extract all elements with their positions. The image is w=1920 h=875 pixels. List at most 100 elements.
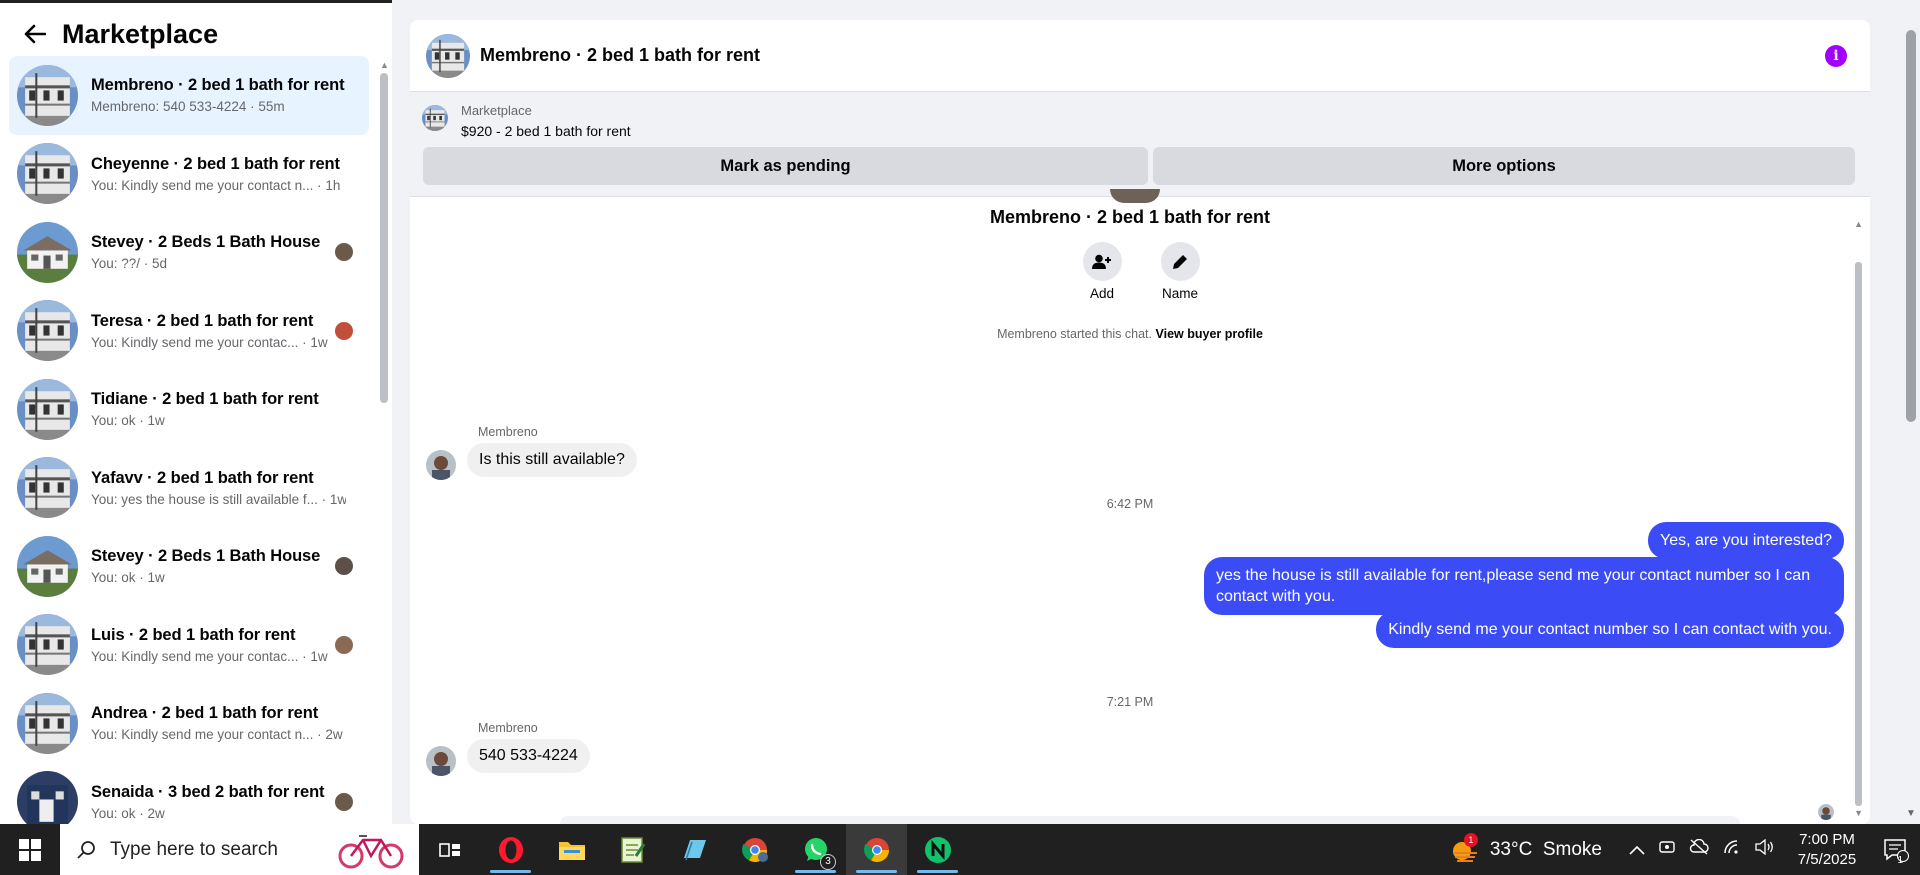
listing-thumbnail[interactable] xyxy=(422,105,448,131)
conversation-item[interactable]: Cheyenne · 2 bed 1 bath for rent You: Ki… xyxy=(9,135,369,214)
scroll-up-arrow-icon[interactable]: ▲ xyxy=(1854,219,1863,229)
conversation-item[interactable]: Stevey · 2 Beds 1 Bath House You: ??/ · … xyxy=(9,213,369,292)
weather-alert-badge: 1 xyxy=(1463,832,1478,847)
sender-avatar[interactable] xyxy=(426,746,456,776)
seen-avatar xyxy=(335,557,353,576)
conversation-item[interactable]: Andrea · 2 bed 1 bath for rent You: Kind… xyxy=(9,684,369,763)
chat-scrollbar[interactable] xyxy=(1855,262,1862,806)
conversation-title: Stevey · 2 Beds 1 Bath House xyxy=(91,547,321,566)
whatsapp-badge: 3 xyxy=(820,854,836,870)
notepad-app-icon[interactable] xyxy=(602,824,663,875)
chat-header: Membreno · 2 bed 1 bath for rent i xyxy=(410,20,1870,92)
message-timestamp: 6:42 PM xyxy=(1106,497,1154,511)
view-buyer-profile-link[interactable]: View buyer profile xyxy=(1155,327,1262,341)
conversation-preview: You: Kindly send me your contac... · 1w xyxy=(91,334,328,350)
conversation-preview: You: Kindly send me your contact n... · … xyxy=(91,177,341,193)
listing-banner: Marketplace $920 - 2 bed 1 bath for rent… xyxy=(410,92,1870,197)
message-bubble-outgoing[interactable]: Kindly send me your contact number so I … xyxy=(1376,611,1844,648)
info-icon[interactable]: i xyxy=(1825,45,1847,67)
conversation-title: Stevey · 2 Beds 1 Bath House xyxy=(91,233,321,252)
opera-browser-icon[interactable] xyxy=(480,824,541,875)
sender-name: Membreno xyxy=(478,425,538,439)
listing-thumbnail xyxy=(17,143,78,204)
listing-thumbnail xyxy=(17,65,78,126)
back-arrow-icon[interactable] xyxy=(20,19,50,49)
seen-indicator-avatar xyxy=(1818,804,1834,820)
page-scrollbar[interactable] xyxy=(1906,30,1916,422)
bicycle-icon xyxy=(338,835,404,869)
message-bubble-incoming[interactable]: Is this still available? xyxy=(467,443,637,477)
weather-text: 33°C Smoke xyxy=(1489,838,1602,860)
conversation-item[interactable]: Luis · 2 bed 1 bath for rent You: Kindly… xyxy=(9,606,369,685)
pencil-icon[interactable] xyxy=(1160,242,1200,281)
file-explorer-icon[interactable] xyxy=(541,824,602,875)
name-action[interactable]: Name xyxy=(1150,242,1210,301)
seen-avatar xyxy=(335,792,353,811)
speaker-icon[interactable] xyxy=(1755,838,1775,860)
clock-date: 7/5/2025 xyxy=(1797,850,1857,868)
n-app-icon[interactable] xyxy=(907,824,968,875)
conversation-preview: Membreno: 540 533-4224 · 55m xyxy=(91,99,285,115)
listing-thumbnail xyxy=(17,300,78,361)
listing-thumbnail xyxy=(17,614,78,675)
wifi-icon[interactable] xyxy=(1723,839,1741,860)
notification-center-icon[interactable]: 1 xyxy=(1872,838,1920,866)
message-bubble-incoming[interactable]: 540 533-4224 xyxy=(467,739,590,773)
conversation-item[interactable]: Yafavv · 2 bed 1 bath for rent You: yes … xyxy=(9,449,369,528)
listing-thumbnail xyxy=(17,536,78,597)
weather-widget[interactable]: 1 33°C Smoke xyxy=(1450,832,1602,863)
listing-label: Marketplace xyxy=(461,103,532,118)
sidebar-scrollbar[interactable] xyxy=(380,73,388,403)
scroll-down-arrow-icon[interactable]: ▼ xyxy=(1906,808,1916,819)
message-bubble-outgoing[interactable]: Yes, are you interested? xyxy=(1648,522,1844,559)
intro-title: Membreno · 2 bed 1 bath for rent xyxy=(989,207,1271,227)
chat-started-notice: Membreno started this chat. View buyer p… xyxy=(410,327,1850,341)
system-clock[interactable]: 7:00 PM 7/5/2025 xyxy=(1782,830,1872,870)
listing-thumbnail xyxy=(17,457,78,518)
conversation-item[interactable]: Stevey · 2 Beds 1 Bath House You: ok · 1… xyxy=(9,527,369,606)
more-options-button[interactable]: More options xyxy=(1153,147,1855,185)
message-bubble-outgoing[interactable]: yes the house is still available for ren… xyxy=(1204,557,1844,615)
cloud-offline-icon[interactable] xyxy=(1689,838,1709,860)
chat-title[interactable]: Membreno · 2 bed 1 bath for rent xyxy=(480,45,760,66)
message-area: Membreno · 2 bed 1 bath for rent Add Nam… xyxy=(410,189,1870,824)
profile-avatar xyxy=(1110,189,1160,203)
chrome-profile-icon[interactable] xyxy=(724,824,785,875)
chrome-icon[interactable] xyxy=(846,824,907,875)
chevron-up-icon[interactable] xyxy=(1629,840,1645,860)
conversation-title: Yafavv · 2 bed 1 bath for rent xyxy=(91,468,314,487)
message-composer[interactable] xyxy=(560,816,1740,824)
conversation-item[interactable]: Tidiane · 2 bed 1 bath for rent You: ok … xyxy=(9,370,369,449)
conversation-title: Tidiane · 2 bed 1 bath for rent xyxy=(91,390,319,409)
conversation-preview: You: ok · 2w xyxy=(91,805,165,821)
conversation-item[interactable]: Membreno · 2 bed 1 bath for rent Membren… xyxy=(9,56,369,135)
conversation-item[interactable]: Teresa · 2 bed 1 bath for rent You: Kind… xyxy=(9,292,369,371)
scroll-down-arrow-icon[interactable]: ▼ xyxy=(1854,808,1863,818)
listing-thumbnail xyxy=(17,693,78,754)
marketplace-sidebar: Marketplace Membreno · 2 bed 1 bath for … xyxy=(0,0,392,824)
listing-price-title[interactable]: $920 - 2 bed 1 bath for rent xyxy=(461,123,631,139)
conversation-preview: You: ??/ · 5d xyxy=(91,256,168,272)
scroll-up-arrow-icon[interactable]: ▲ xyxy=(380,60,389,70)
taskbar-search-box[interactable]: Type here to search xyxy=(60,824,419,875)
search-icon xyxy=(77,840,95,859)
conversation-preview: You: Kindly send me your contact n... · … xyxy=(91,727,343,743)
mark-as-pending-button[interactable]: Mark as pending xyxy=(423,147,1148,185)
conversation-list: Membreno · 2 bed 1 bath for rent Membren… xyxy=(9,56,369,841)
conversation-title: Membreno · 2 bed 1 bath for rent xyxy=(91,76,345,95)
conversation-title: Luis · 2 bed 1 bath for rent xyxy=(91,625,296,644)
chat-panel: Membreno · 2 bed 1 bath for rent i Marke… xyxy=(410,20,1870,824)
tablet-app-icon[interactable] xyxy=(663,824,724,875)
sender-avatar[interactable] xyxy=(426,450,456,480)
whatsapp-icon[interactable]: 3 xyxy=(785,824,846,875)
task-view-icon[interactable] xyxy=(419,824,480,875)
add-person-icon[interactable] xyxy=(1082,242,1122,281)
conversation-title: Cheyenne · 2 bed 1 bath for rent xyxy=(91,154,340,173)
conversation-title: Senaida · 3 bed 2 bath for rent xyxy=(91,782,325,801)
windows-start-icon[interactable] xyxy=(0,824,60,875)
started-text: Membreno started this chat. xyxy=(997,327,1152,341)
conversation-preview: You: Kindly send me your contac... · 1w xyxy=(91,648,328,664)
chat-avatar[interactable] xyxy=(426,34,470,78)
add-action[interactable]: Add xyxy=(1072,242,1132,301)
meet-now-icon[interactable] xyxy=(1659,839,1675,860)
